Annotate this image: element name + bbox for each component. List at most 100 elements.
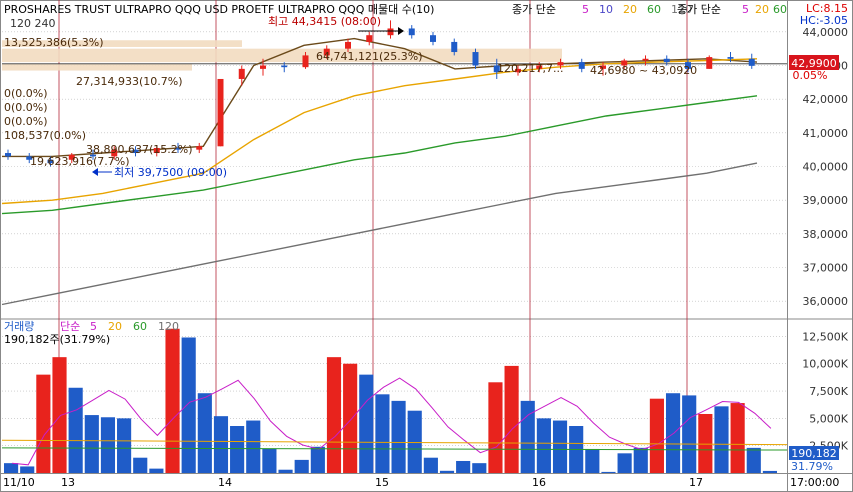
candle-body [281,65,288,68]
candle-body [408,28,415,36]
volume-bar [343,363,358,473]
volume-bar [391,400,406,473]
volume-tag-pct: 31.79% [791,460,833,473]
volume-header-period: 120 [158,320,179,333]
candle-body [366,35,373,42]
volume-profile-label: 13,525,386(5.3%) [4,36,104,49]
volume-header-period: 5 [90,320,97,333]
volume-tick-label: 5,000K [809,412,848,425]
candle-body [260,65,266,69]
volume-bar [665,393,681,473]
price-tag-pct: 0.05% [793,69,828,82]
candle-body [5,153,11,157]
volume-bar [439,470,455,473]
candle-body [642,58,649,61]
hc-label: HC:-3.05 [800,14,848,27]
volume-bar [359,374,374,473]
volume-bar [601,471,616,473]
time-tick-label: 14 [218,476,232,489]
ma-legend2-period: 60 [773,3,787,16]
volume-bar [68,387,83,473]
price-tick-label: 37,0000 [803,262,849,275]
chart-window: 36,0000 37,0000 38,0000 39,0000 40,0000 41,00… [0,0,853,492]
volume-bar [746,447,761,473]
candle-body [451,41,458,53]
volume-bar [149,468,164,473]
volume-bar [36,374,51,473]
candle-body [663,58,670,63]
price-tick-label: 39,0000 [803,194,849,207]
ma-legend-period: 60 [647,3,661,16]
ma-legend-period: 10 [599,3,613,16]
volume-profile-label: 108,537(0.0%) [4,129,86,142]
ma-legend-period: 5 [582,3,589,16]
candle-body [238,68,245,79]
volume-header-period: 20 [108,320,122,333]
volume-bar [165,328,180,473]
volume-profile-label: 0(0.0%) [4,87,48,100]
volume-tag-value: 190,182 [791,447,837,460]
candle-body [345,41,351,49]
volume-bar [536,418,551,473]
ma-legend2-period: 20 [755,3,769,16]
candle-body [387,28,394,36]
price-tick-label: 41,0000 [803,127,849,140]
candle-body [302,55,309,68]
price-tick-label: 40,0000 [803,161,849,174]
high-arrow-head [398,27,404,35]
volume-bar [84,415,99,473]
volume-bar [310,446,325,473]
volume-profile-label: 42,6980 ~ 43,0920 [590,64,697,77]
volume-bar [230,426,245,473]
header-sub-left: 120 240 [10,17,56,30]
volume-profile-label: 64,741,121(25.3%) [316,50,423,63]
ma-legend2-period: 5 [742,3,749,16]
volume-bar [585,448,600,473]
volume-header-period: 60 [133,320,147,333]
volume-current-label: 190,182주(31.79%) [4,333,110,346]
volume-bar [520,400,535,473]
volume-profile-band [2,63,192,71]
volume-bar [20,466,35,473]
candle-body [472,52,479,66]
volume-bar [197,393,212,473]
volume-bar [472,463,487,473]
high-annotation: 최고 44,3415 (08:00) [268,15,381,28]
volume-bar [423,457,438,473]
candle-body [578,62,585,69]
volume-bar [407,410,422,473]
volume-bar [649,398,664,473]
volume-profile-label: 0(0.0%) [4,115,48,128]
candle-body [748,58,755,66]
volume-bar [714,406,729,473]
time-tick-label: 11/10 [3,476,35,489]
time-tick-label: 16 [532,476,546,489]
volume-header-label: 거래량 [4,320,34,333]
low-arrow-head [92,168,98,176]
chart-canvas[interactable]: 36,0000 37,0000 38,0000 39,0000 40,0000 41,00… [0,0,853,492]
volume-tick-label: 10,000K [802,358,848,371]
volume-tick-label: 12,500K [802,330,848,343]
price-tick-label: 42,0000 [803,93,849,106]
time-tick-label: 15 [375,476,389,489]
volume-bar [213,416,229,473]
time-tick-label: 17:00:00 [790,476,839,489]
low-annotation: 최저 39,7500 (09:00) [114,166,227,179]
volume-bar [246,420,261,473]
volume-bar [375,394,390,473]
volume-bar [278,469,293,473]
volume-profile-label: 120,217,7... [497,62,563,75]
candle-body [727,57,734,59]
volume-bar [488,382,503,473]
volume-profile-label: 27,314,933(10.7%) [76,75,183,88]
time-tick-label: 13 [61,476,75,489]
volume-bar [52,357,67,473]
volume-header-ma-label: 단순 [60,320,80,333]
price-tick-label: 44,0000 [803,26,849,39]
ma-legend-period: 20 [623,3,637,16]
volume-bar [762,470,777,473]
volume-bar [456,460,471,473]
volume-bar [181,337,196,473]
candle-body [706,57,713,69]
volume-bar [117,418,132,473]
